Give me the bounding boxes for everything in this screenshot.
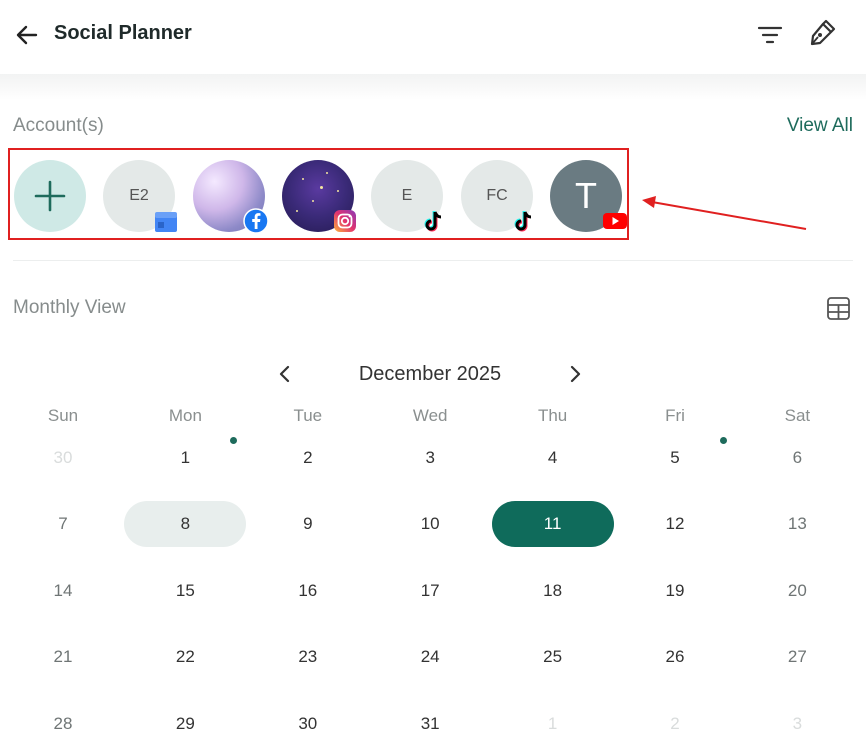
weekday-header: Thu	[537, 406, 568, 425]
calendar-day[interactable]: 20	[736, 568, 858, 614]
calendar-day[interactable]: 7	[2, 501, 124, 547]
view-all-link[interactable]: View All	[787, 115, 853, 137]
calendar-day-outside-month: 3	[792, 714, 803, 733]
calendar-day[interactable]: 10	[369, 501, 491, 547]
compose-pen-icon[interactable]	[806, 19, 836, 49]
calendar-day[interactable]: 16	[247, 568, 369, 614]
plus-icon	[34, 180, 66, 212]
account-avatar[interactable]: E2	[103, 160, 177, 232]
back-arrow-icon[interactable]	[14, 22, 40, 48]
calendar-day[interactable]: 13	[736, 501, 858, 547]
calendar-day[interactable]: 6	[736, 435, 858, 481]
tiktok-icon	[424, 211, 442, 232]
table-view-icon[interactable]	[826, 296, 851, 321]
calendar-day[interactable]: 3	[369, 435, 491, 481]
weekday-header: Mon	[168, 406, 202, 425]
calendar-day[interactable]: 30	[247, 701, 369, 747]
avatar-initials: E	[401, 187, 413, 204]
accounts-label: Account(s)	[13, 115, 104, 136]
filter-icon[interactable]	[756, 22, 784, 48]
month-title: December 2025	[358, 363, 502, 385]
account-avatar[interactable]: T	[550, 160, 627, 232]
account-avatar[interactable]: FC	[461, 160, 533, 232]
calendar-day[interactable]: 23	[247, 634, 369, 680]
section-divider	[13, 260, 853, 261]
annotation-arrow	[642, 196, 807, 230]
calendar-day[interactable]: 4	[492, 435, 614, 481]
calendar-day[interactable]: 1	[124, 435, 246, 481]
calendar-day[interactable]: 29	[124, 701, 246, 747]
calendar-day[interactable]: 21	[2, 634, 124, 680]
calendar-day-outside-month: 30	[53, 448, 73, 467]
previous-month-chevron-icon[interactable]	[274, 362, 296, 386]
facebook-icon	[243, 208, 269, 234]
add-account-button[interactable]	[14, 160, 86, 232]
weekday-header: Tue	[293, 406, 323, 425]
scheduled-post-dot	[720, 437, 727, 444]
calendar-day[interactable]: 24	[369, 634, 491, 680]
calendar-day[interactable]: 22	[124, 634, 246, 680]
account-avatar[interactable]: E	[371, 160, 443, 232]
youtube-icon	[603, 213, 627, 229]
calendar-day[interactable]: 26	[614, 634, 736, 680]
calendar-day[interactable]: 11	[491, 501, 614, 547]
calendar-day-outside-month: 2	[670, 714, 680, 733]
tiktok-icon	[514, 211, 532, 232]
app-header: Social Planner	[0, 0, 866, 74]
calendar-day[interactable]: 14	[2, 568, 124, 614]
calendar-day[interactable]: 12	[614, 501, 736, 547]
calendar-day[interactable]: 15	[124, 568, 246, 614]
next-month-chevron-icon[interactable]	[564, 362, 586, 386]
account-avatar-facebook[interactable]	[193, 160, 269, 234]
calendar-day[interactable]: 8	[124, 501, 247, 547]
weekday-header: Sun	[47, 406, 79, 425]
calendar-day[interactable]: 19	[614, 568, 736, 614]
monthly-view-label: Monthly View	[13, 297, 126, 318]
account-avatar-instagram[interactable]	[282, 160, 356, 232]
calendar-day[interactable]: 28	[2, 701, 124, 747]
weekday-header: Wed	[412, 406, 448, 425]
calendar-day-outside-month: 1	[547, 714, 558, 733]
calendar-day[interactable]: 25	[492, 634, 614, 680]
calendar-day[interactable]: 31	[369, 701, 491, 747]
avatar-initials: T	[575, 175, 597, 216]
calendar-day[interactable]: 27	[736, 634, 858, 680]
page-title: Social Planner	[54, 22, 192, 44]
avatar-initials: E2	[129, 187, 149, 204]
calendar-day[interactable]: 17	[369, 568, 491, 614]
instagram-icon	[334, 210, 356, 232]
calendar-day[interactable]: 2	[247, 435, 369, 481]
calendar-day[interactable]: 5	[614, 435, 736, 481]
weekday-header: Fri	[665, 406, 685, 425]
weekday-header: Sat	[784, 406, 811, 425]
avatar-initials: FC	[486, 187, 508, 204]
calendar-day[interactable]: 9	[247, 501, 369, 547]
google-business-icon	[155, 212, 177, 232]
header-shadow	[0, 74, 866, 100]
calendar-day[interactable]: 18	[492, 568, 614, 614]
